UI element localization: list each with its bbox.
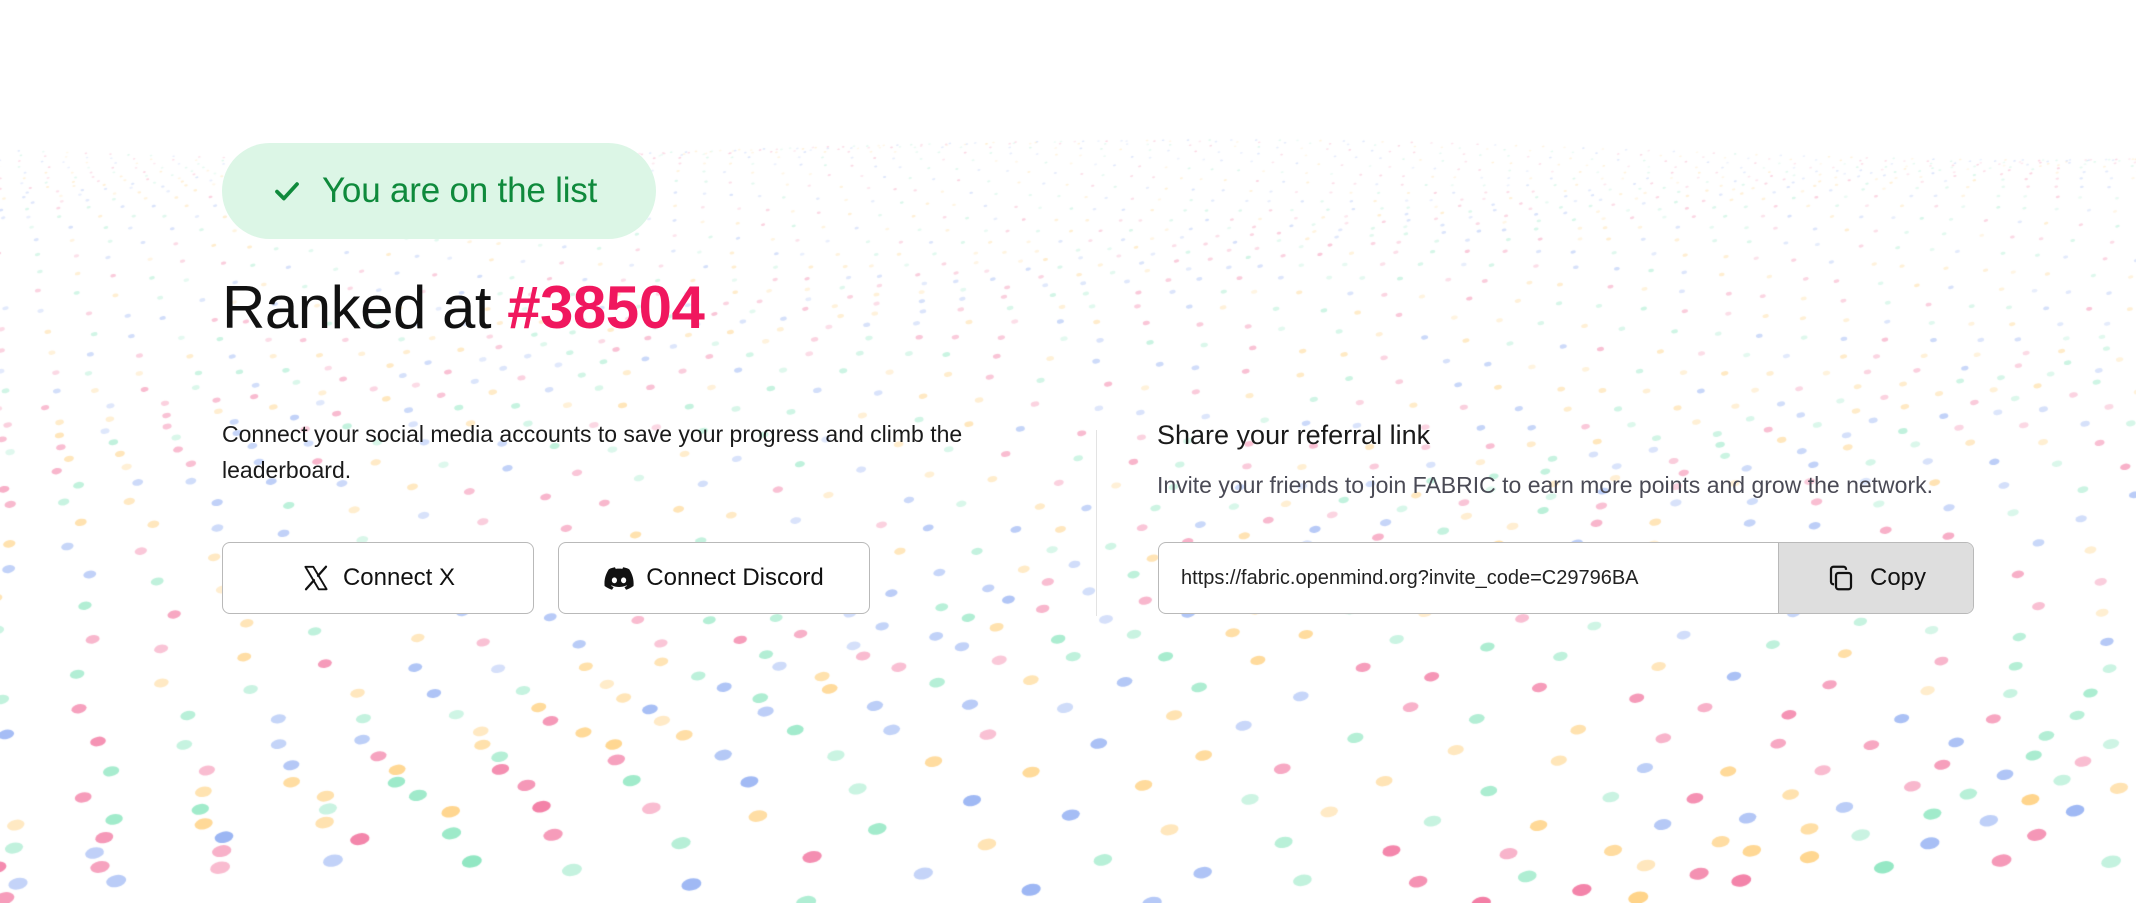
waitlist-status-badge: You are on the list: [222, 143, 656, 239]
connect-description: Connect your social media accounts to sa…: [222, 421, 963, 483]
waitlist-status-label: You are on the list: [322, 171, 598, 210]
rank-prefix: Ranked at: [222, 274, 492, 341]
rank-number: #38504: [507, 274, 705, 341]
referral-link-input[interactable]: [1159, 543, 1778, 613]
referral-title: Share your referral link: [1157, 420, 1431, 450]
copy-icon: [1826, 563, 1856, 593]
check-icon: [272, 176, 302, 206]
section-divider: [1096, 430, 1097, 616]
referral-description: Invite your friends to join FABRIC to ea…: [1157, 472, 1933, 498]
connect-x-button[interactable]: Connect X: [222, 542, 534, 614]
main-content: You are on the list Ranked at #38504 Con…: [0, 0, 2136, 903]
connect-discord-label: Connect Discord: [646, 564, 824, 591]
x-logo-icon: [301, 563, 331, 593]
discord-logo-icon: [604, 566, 634, 590]
copy-label: Copy: [1869, 564, 1927, 591]
rank-heading: Ranked at #38504: [222, 268, 705, 348]
connect-x-label: Connect X: [342, 564, 456, 591]
copy-button[interactable]: Copy: [1778, 543, 1973, 613]
referral-link-box: Copy: [1158, 542, 1974, 614]
connect-discord-button[interactable]: Connect Discord: [558, 542, 870, 614]
waitlist-page: You are on the list Ranked at #38504 Con…: [0, 0, 2136, 903]
